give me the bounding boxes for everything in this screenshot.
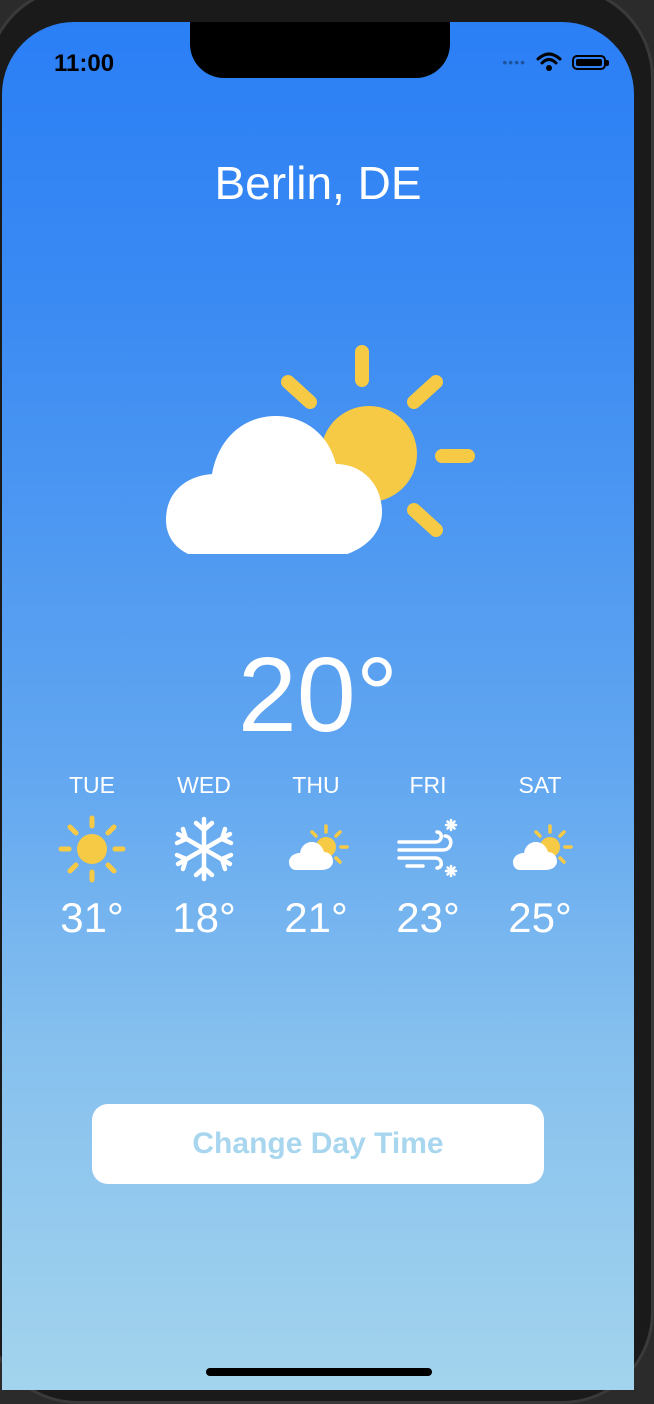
forecast-day-label: SAT — [518, 772, 562, 798]
signal-dots-icon: •••• — [502, 54, 526, 70]
forecast-day: THU 21° — [260, 770, 372, 942]
partly-sunny-icon — [289, 824, 349, 870]
partly-sunny-icon — [166, 345, 475, 554]
forecast-temp: 21° — [284, 894, 348, 941]
forecast-temp: 18° — [172, 894, 236, 941]
forecast-day: TUE 31° — [36, 770, 148, 942]
forecast-row: TUE 31° WED 18° THU 21° FRI 23° SAT 25° — [36, 770, 596, 942]
wind-snow-icon — [397, 818, 458, 878]
forecast-day: WED 18° — [148, 770, 260, 942]
forecast-day-label: WED — [177, 772, 231, 798]
city-name: Berlin, DE — [214, 157, 422, 209]
wifi-icon — [536, 52, 562, 71]
snowflake-icon — [174, 816, 234, 882]
status-time: 11:00 — [54, 50, 115, 77]
forecast-temp: 23° — [396, 894, 460, 941]
forecast-day: FRI 23° — [372, 770, 484, 942]
device-notch — [190, 22, 450, 78]
status-icons: •••• — [502, 52, 609, 72]
current-temperature: 20° — [237, 636, 399, 754]
change-day-time-button[interactable]: Change Day Time — [92, 1104, 544, 1184]
forecast-day: SAT 25° — [484, 770, 596, 942]
forecast-day-label: THU — [292, 772, 340, 798]
partly-sunny-icon — [513, 824, 573, 870]
forecast-temp: 31° — [60, 894, 124, 941]
forecast-day-label: TUE — [69, 772, 115, 798]
forecast-temp: 25° — [508, 894, 572, 941]
app-screen: 11:00 •••• Berlin, DE 20° TUE 31° WED 18… — [2, 22, 634, 1390]
sun-icon — [58, 815, 126, 883]
forecast-day-label: FRI — [409, 772, 447, 798]
battery-icon — [572, 54, 609, 70]
home-indicator[interactable] — [206, 1368, 432, 1376]
